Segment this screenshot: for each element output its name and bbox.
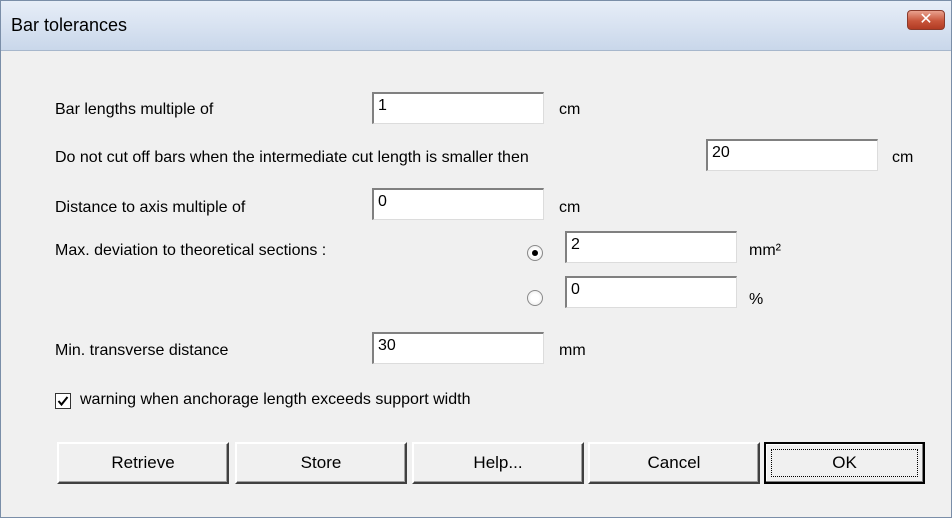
cut-off-input[interactable]: 20 <box>706 139 878 171</box>
radio-selected-dot <box>532 250 538 256</box>
warning-label: warning when anchorage length exceeds su… <box>80 391 471 408</box>
cut-off-unit: cm <box>892 149 914 166</box>
help-button[interactable]: Help... <box>412 442 584 484</box>
dialog-title: Bar tolerances <box>11 15 128 35</box>
close-button[interactable]: ✕ <box>907 9 945 30</box>
bar-lengths-label: Bar lengths multiple of <box>55 101 214 118</box>
deviation-percent-input[interactable]: 0 <box>565 276 737 308</box>
dialog-body: Bar lengths multiple of 1 cm Do not cut … <box>2 51 950 517</box>
axis-distance-unit: cm <box>559 199 581 216</box>
title-bar: Bar tolerances ✕ <box>1 1 951 51</box>
axis-distance-input[interactable]: 0 <box>372 188 544 220</box>
close-icon: ✕ <box>919 9 933 28</box>
transverse-distance-input[interactable]: 30 <box>372 332 544 364</box>
dialog-window: Bar tolerances ✕ Bar lengths multiple of… <box>0 0 952 518</box>
deviation-mm2-input[interactable]: 2 <box>565 231 737 263</box>
check-icon <box>57 396 69 407</box>
cancel-button[interactable]: Cancel <box>588 442 760 484</box>
warning-checkbox[interactable] <box>55 393 71 409</box>
retrieve-button[interactable]: Retrieve <box>57 442 229 484</box>
radio-percent[interactable] <box>527 290 543 306</box>
radio-mm2[interactable] <box>527 245 543 261</box>
ok-button-label: OK <box>771 449 918 477</box>
transverse-distance-label: Min. transverse distance <box>55 342 229 359</box>
bar-lengths-input[interactable]: 1 <box>372 92 544 124</box>
cut-off-label: Do not cut off bars when the intermediat… <box>55 149 529 166</box>
transverse-distance-unit: mm <box>559 342 586 359</box>
store-button[interactable]: Store <box>235 442 407 484</box>
deviation-mm2-unit: mm² <box>749 242 781 259</box>
bar-lengths-unit: cm <box>559 101 581 118</box>
axis-distance-label: Distance to axis multiple of <box>55 199 246 216</box>
deviation-percent-unit: % <box>749 291 764 308</box>
ok-button[interactable]: OK <box>764 442 925 484</box>
max-deviation-label: Max. deviation to theoretical sections : <box>55 242 327 259</box>
